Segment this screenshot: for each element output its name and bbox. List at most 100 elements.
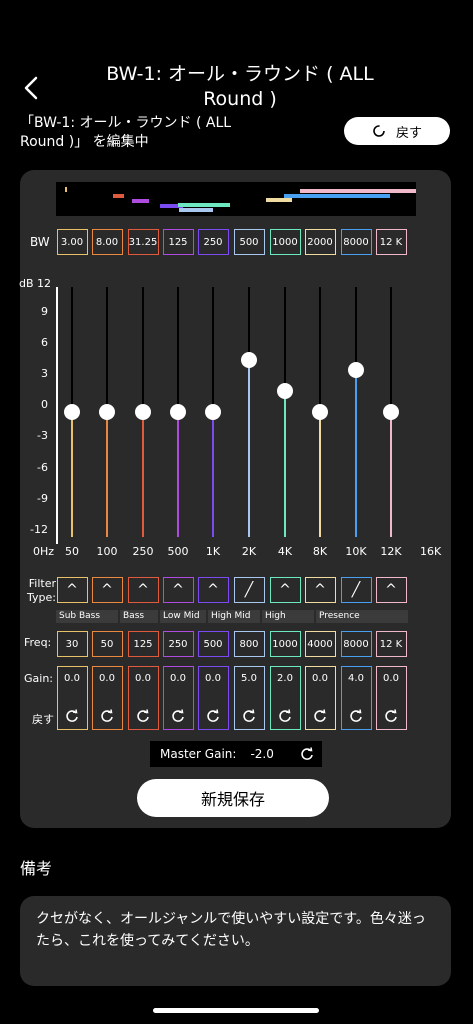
spectrum-bar-7: [266, 198, 292, 202]
eq-slider-knob[interactable]: [312, 404, 328, 420]
filter-type-button[interactable]: ^: [269, 577, 301, 603]
title-line-1: BW-1: オール・ラウンド ( ALL: [106, 63, 374, 85]
bw-value-box[interactable]: 8.00: [91, 229, 123, 255]
band-reset-icon[interactable]: [206, 709, 220, 723]
db-tick-label: 9: [41, 305, 48, 318]
restore-button-label: 戻す: [395, 125, 422, 141]
eq-slider-knob[interactable]: [170, 404, 186, 420]
freq-tick-label: 10K: [345, 545, 367, 558]
home-indicator[interactable]: [153, 1008, 319, 1013]
bw-value-box[interactable]: 2000: [304, 229, 336, 255]
filter-type-button[interactable]: ^: [304, 577, 336, 603]
freq-tick-label: 250: [132, 545, 154, 558]
eq-slider-knob[interactable]: [383, 404, 399, 420]
band-reset-icon[interactable]: [65, 709, 79, 723]
bw-value-box[interactable]: 1000: [269, 229, 301, 255]
freq-value-box[interactable]: 1000: [269, 631, 301, 657]
bw-value-box[interactable]: 125: [162, 229, 194, 255]
eq-slider-fill: [106, 412, 108, 537]
eq-slider-fill: [142, 412, 144, 537]
freq-value-box[interactable]: 8000: [340, 631, 372, 657]
back-arrow-icon[interactable]: [18, 72, 46, 104]
band-reset-icon[interactable]: [136, 709, 150, 723]
spectrum-bar-8: [284, 194, 390, 198]
restore-button[interactable]: 戻す: [344, 117, 450, 145]
db-tick-label: -6: [37, 460, 48, 474]
db-tick-label: -9: [37, 491, 48, 505]
freq-tick-label: 4K: [277, 545, 293, 558]
bandwidth-spectrum: [56, 182, 416, 216]
freq-tick-label: 50: [65, 545, 79, 558]
editing-line-1: 「BW-1: オール・ラウンド ( ALL: [20, 115, 232, 131]
bw-value-box[interactable]: 3.00: [56, 229, 88, 255]
master-reset-icon[interactable]: [300, 747, 314, 761]
graph-y-axis: [56, 287, 58, 544]
restore-icon: [373, 125, 385, 137]
bw-value-box[interactable]: 250: [197, 229, 229, 255]
band-reset-icon[interactable]: [171, 709, 185, 723]
band-group-bass: Bass: [120, 610, 158, 623]
band-reset-icon[interactable]: [278, 709, 292, 723]
freq-value-box[interactable]: 12 K: [375, 631, 407, 657]
band-reset-icon[interactable]: [384, 709, 398, 723]
band-group-high-mid: High Mid: [208, 610, 260, 623]
spectrum-bar-5: [179, 208, 213, 212]
freq-tick-label: 500: [167, 545, 189, 558]
freq-tick-label: 1K: [205, 545, 221, 558]
eq-slider-knob[interactable]: [205, 404, 221, 420]
freq-value-box[interactable]: 30: [56, 631, 88, 657]
filter-type-button[interactable]: ╱: [233, 577, 265, 603]
gain-label: Gain:: [24, 672, 53, 685]
bw-value-box[interactable]: 31.25: [127, 229, 159, 255]
db-tick-label: -3: [37, 429, 48, 443]
master-gain-control[interactable]: Master Gain: -2.0: [150, 741, 322, 767]
notes-field[interactable]: クセがなく、オールジャンルで使いやすい設定です。色々迷ったら、これを使ってみてく…: [20, 896, 451, 986]
freq-value-box[interactable]: 50: [91, 631, 123, 657]
band-reset-icon[interactable]: [242, 709, 256, 723]
eq-slider-knob[interactable]: [241, 351, 257, 368]
hz-axis-end: 16K: [420, 545, 442, 558]
filter-type-button[interactable]: ^: [375, 577, 407, 603]
filter-type-button[interactable]: ^: [56, 577, 88, 603]
eq-slider-fill: [355, 370, 357, 537]
save-new-button[interactable]: 新規保存: [137, 779, 329, 817]
notes-title: 備考: [20, 859, 53, 878]
bw-value-box[interactable]: 8000: [340, 229, 372, 255]
band-reset-icon[interactable]: [100, 709, 114, 723]
db-tick-label: 6: [41, 336, 48, 350]
filter-type-button[interactable]: ^: [162, 577, 194, 603]
band-group-low-mid: Low Mid: [160, 610, 206, 623]
db-tick-label: -12: [30, 522, 48, 536]
eq-slider-fill: [177, 412, 179, 537]
spectrum-bar-1: [65, 187, 67, 192]
bw-value-box[interactable]: 500: [233, 229, 265, 255]
filter-type-button[interactable]: ╱: [340, 577, 372, 603]
freq-value-box[interactable]: 800: [233, 631, 265, 657]
filter-type-button[interactable]: ^: [197, 577, 229, 603]
band-group-sub-bass: Sub Bass: [56, 610, 118, 623]
eq-slider-knob[interactable]: [99, 404, 115, 420]
spectrum-bar-6: [178, 203, 230, 207]
freq-value-box[interactable]: 500: [197, 631, 229, 657]
band-reset-icon[interactable]: [313, 709, 327, 723]
band-reset-icon[interactable]: [349, 709, 363, 723]
freq-value-box[interactable]: 125: [127, 631, 159, 657]
eq-slider-fill: [284, 391, 286, 537]
title-line-2: Round ): [203, 88, 277, 110]
freq-tick-label: 100: [96, 545, 118, 558]
editing-status: 「BW-1: オール・ラウンド ( ALL Round )」 を編集中: [20, 114, 280, 152]
db-axis-label: dB 12: [19, 277, 52, 290]
filter-type-label: Filter Type:: [27, 577, 56, 604]
spectrum-bar-9: [300, 189, 416, 193]
master-gain-label: Master Gain:: [160, 747, 237, 761]
filter-type-button[interactable]: ^: [127, 577, 159, 603]
hz-axis-start: 0Hz: [33, 545, 55, 558]
bw-value-box[interactable]: 12 K: [375, 229, 407, 255]
freq-value-box[interactable]: 250: [162, 631, 194, 657]
eq-slider-knob[interactable]: [64, 404, 80, 420]
reset-row-label: 戻す: [32, 713, 54, 726]
editing-line-2: Round )」 を編集中: [20, 134, 149, 150]
filter-type-button[interactable]: ^: [91, 577, 123, 603]
eq-slider-knob[interactable]: [135, 404, 151, 420]
freq-value-box[interactable]: 4000: [304, 631, 336, 657]
